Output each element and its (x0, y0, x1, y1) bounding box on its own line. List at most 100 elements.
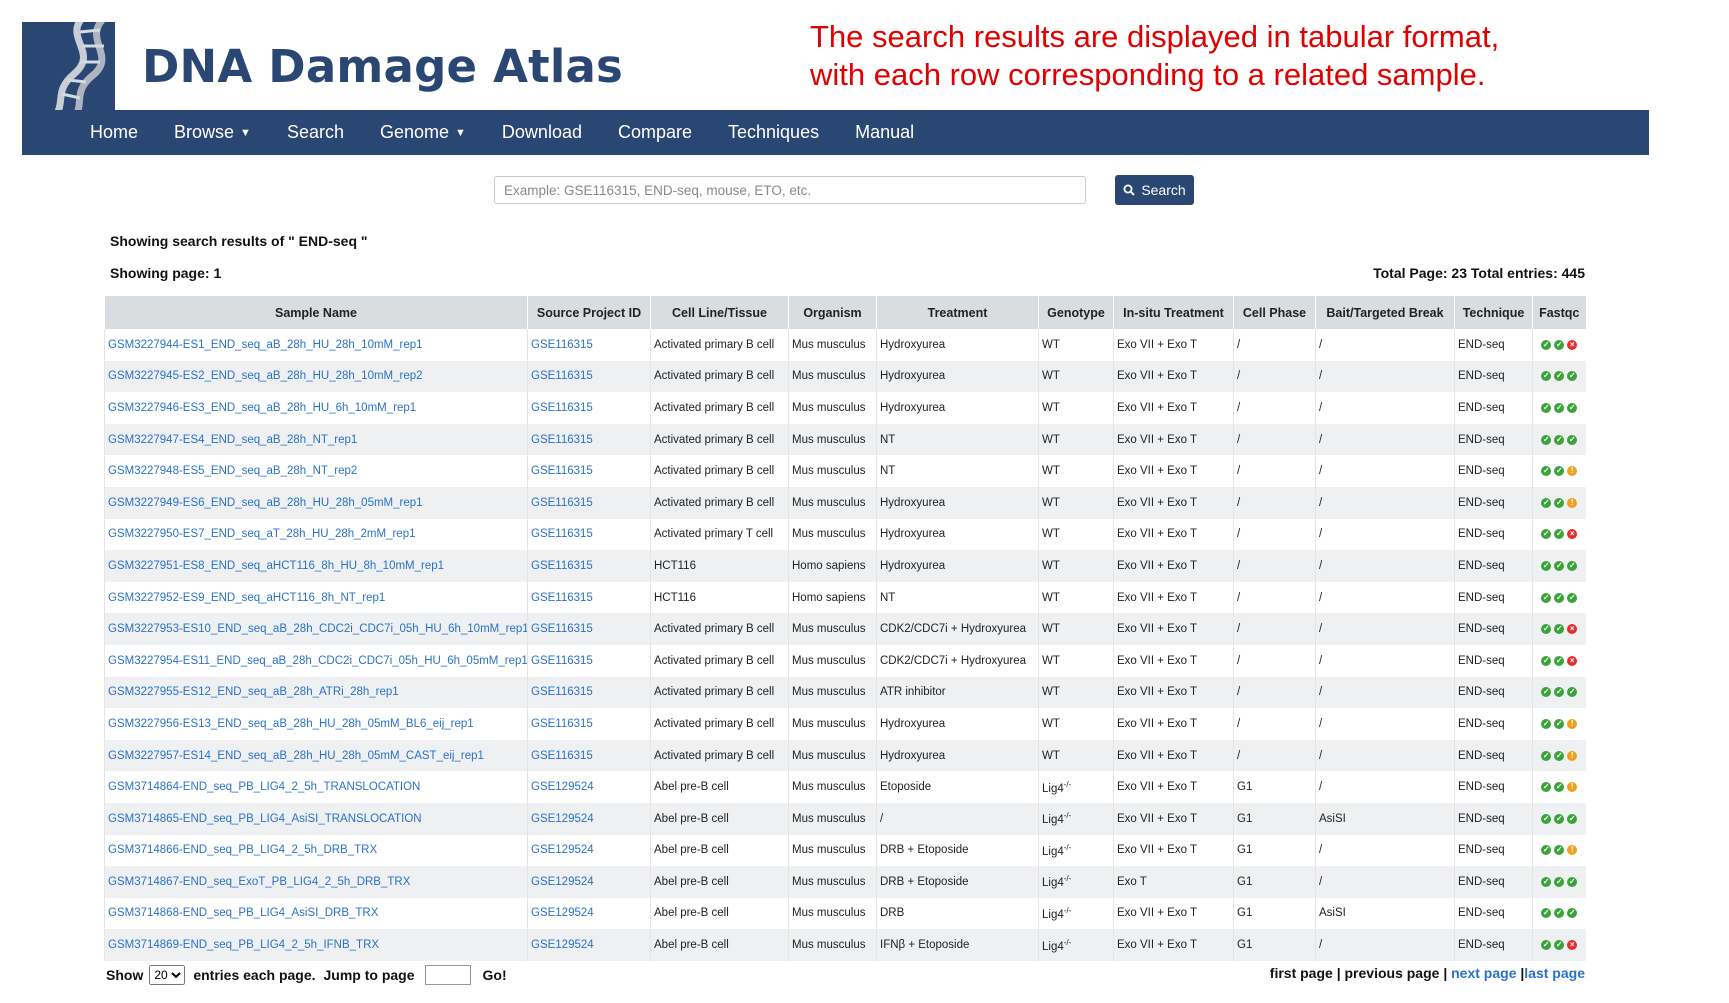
cell-source-project-id[interactable]: GSE116315 (527, 329, 651, 361)
nav-techniques[interactable]: Techniques (728, 122, 819, 143)
cell-sample-name[interactable]: GSM3227949-ES6_END_seq_aB_28h_HU_28h_05m… (104, 486, 528, 519)
nav-home[interactable]: Home (90, 122, 138, 143)
search-input[interactable] (494, 176, 1086, 204)
check-circle-icon[interactable]: ✓ (1567, 434, 1578, 445)
cell-source-project-id[interactable]: GSE129524 (527, 897, 651, 930)
exclamation-circle-icon[interactable]: ! (1567, 497, 1578, 508)
check-circle-icon[interactable]: ✓ (1567, 402, 1578, 413)
project-link[interactable]: GSE116315 (531, 339, 593, 351)
cell-source-project-id[interactable]: GSE116315 (527, 581, 651, 614)
check-circle-icon[interactable]: ✓ (1541, 940, 1552, 951)
cell-source-project-id[interactable]: GSE116315 (527, 360, 651, 393)
check-circle-icon[interactable]: ✓ (1541, 876, 1552, 887)
check-circle-icon[interactable]: ✓ (1554, 782, 1565, 793)
x-circle-icon[interactable]: × (1567, 655, 1578, 666)
cell-sample-name[interactable]: GSM3227957-ES14_END_seq_aB_28h_HU_28h_05… (104, 739, 528, 772)
sample-link[interactable]: GSM3227955-ES12_END_seq_aB_28h_ATRi_28h_… (108, 686, 399, 698)
col-source-project-id[interactable]: Source Project ID (527, 296, 651, 329)
project-link[interactable]: GSE116315 (531, 560, 593, 572)
sample-link[interactable]: GSM3227957-ES14_END_seq_aB_28h_HU_28h_05… (108, 750, 484, 762)
cell-sample-name[interactable]: GSM3227944-ES1_END_seq_aB_28h_HU_28h_10m… (104, 329, 528, 361)
cell-sample-name[interactable]: GSM3227948-ES5_END_seq_aB_28h_NT_rep2 (104, 455, 528, 487)
project-link[interactable]: GSE129524 (531, 781, 594, 793)
check-circle-icon[interactable]: ✓ (1567, 560, 1578, 571)
first-page-link[interactable]: first page (1270, 965, 1333, 981)
check-circle-icon[interactable]: ✓ (1567, 371, 1578, 382)
nav-genome[interactable]: Genome ▼ (380, 122, 466, 143)
cell-source-project-id[interactable]: GSE116315 (527, 392, 651, 424)
cell-source-project-id[interactable]: GSE129524 (527, 771, 651, 803)
check-circle-icon[interactable]: ✓ (1554, 750, 1565, 761)
search-button[interactable]: Search (1115, 175, 1194, 205)
check-circle-icon[interactable]: ✓ (1554, 434, 1565, 445)
exclamation-circle-icon[interactable]: ! (1567, 718, 1578, 729)
project-link[interactable]: GSE116315 (531, 528, 593, 540)
check-circle-icon[interactable]: ✓ (1554, 813, 1565, 824)
check-circle-icon[interactable]: ✓ (1554, 497, 1565, 508)
sample-link[interactable]: GSM3227948-ES5_END_seq_aB_28h_NT_rep2 (108, 465, 357, 477)
nav-compare[interactable]: Compare (618, 122, 692, 143)
check-circle-icon[interactable]: ✓ (1541, 592, 1552, 603)
cell-source-project-id[interactable]: GSE116315 (527, 613, 651, 645)
project-link[interactable]: GSE116315 (531, 370, 593, 382)
go-button[interactable]: Go! (483, 967, 507, 983)
cell-sample-name[interactable]: GSM3227952-ES9_END_seq_aHCT116_8h_NT_rep… (104, 581, 528, 614)
project-link[interactable]: GSE129524 (531, 844, 594, 856)
sample-link[interactable]: GSM3227950-ES7_END_seq_aT_28h_HU_28h_2mM… (108, 528, 416, 540)
previous-page-link[interactable]: previous page (1345, 965, 1440, 981)
cell-source-project-id[interactable]: GSE129524 (527, 866, 651, 898)
sample-link[interactable]: GSM3227956-ES13_END_seq_aB_28h_HU_28h_05… (108, 718, 474, 730)
check-circle-icon[interactable]: ✓ (1541, 371, 1552, 382)
sample-link[interactable]: GSM3714864-END_seq_PB_LIG4_2_5h_TRANSLOC… (108, 781, 420, 793)
cell-sample-name[interactable]: GSM3227945-ES2_END_seq_aB_28h_HU_28h_10m… (104, 360, 528, 393)
check-circle-icon[interactable]: ✓ (1554, 845, 1565, 856)
x-circle-icon[interactable]: × (1567, 940, 1578, 951)
cell-source-project-id[interactable]: GSE116315 (527, 486, 651, 519)
check-circle-icon[interactable]: ✓ (1554, 560, 1565, 571)
check-circle-icon[interactable]: ✓ (1541, 845, 1552, 856)
cell-sample-name[interactable]: GSM3714866-END_seq_PB_LIG4_2_5h_DRB_TRX (104, 834, 528, 867)
project-link[interactable]: GSE116315 (531, 402, 593, 414)
check-circle-icon[interactable]: ✓ (1541, 497, 1552, 508)
check-circle-icon[interactable]: ✓ (1567, 876, 1578, 887)
sample-link[interactable]: GSM3714869-END_seq_PB_LIG4_2_5h_IFNB_TRX (108, 939, 379, 951)
sample-link[interactable]: GSM3714865-END_seq_PB_LIG4_AsiSI_TRANSLO… (108, 813, 422, 825)
col-genotype[interactable]: Genotype (1038, 296, 1114, 329)
sample-link[interactable]: GSM3714868-END_seq_PB_LIG4_AsiSI_DRB_TRX (108, 907, 378, 919)
col-fastqc[interactable]: Fastqc (1532, 296, 1586, 329)
sample-link[interactable]: GSM3227947-ES4_END_seq_aB_28h_NT_rep1 (108, 434, 357, 446)
project-link[interactable]: GSE129524 (531, 907, 594, 919)
x-circle-icon[interactable]: × (1567, 339, 1578, 350)
check-circle-icon[interactable]: ✓ (1541, 813, 1552, 824)
cell-sample-name[interactable]: GSM3227953-ES10_END_seq_aB_28h_CDC2i_CDC… (104, 613, 528, 645)
col-sample-name[interactable]: Sample Name (104, 296, 528, 329)
check-circle-icon[interactable]: ✓ (1541, 560, 1552, 571)
check-circle-icon[interactable]: ✓ (1541, 624, 1552, 635)
check-circle-icon[interactable]: ✓ (1554, 466, 1565, 477)
cell-sample-name[interactable]: GSM3714869-END_seq_PB_LIG4_2_5h_IFNB_TRX (104, 929, 528, 961)
cell-sample-name[interactable]: GSM3227950-ES7_END_seq_aT_28h_HU_28h_2mM… (104, 518, 528, 551)
sample-link[interactable]: GSM3714867-END_seq_ExoT_PB_LIG4_2_5h_DRB… (108, 876, 410, 888)
jump-page-input[interactable] (424, 965, 471, 985)
cell-source-project-id[interactable]: GSE129524 (527, 834, 651, 867)
project-link[interactable]: GSE116315 (531, 686, 593, 698)
project-link[interactable]: GSE116315 (531, 434, 593, 446)
nav-manual[interactable]: Manual (855, 122, 914, 143)
check-circle-icon[interactable]: ✓ (1541, 339, 1552, 350)
cell-sample-name[interactable]: GSM3714867-END_seq_ExoT_PB_LIG4_2_5h_DRB… (104, 866, 528, 898)
col-cell-phase[interactable]: Cell Phase (1233, 296, 1316, 329)
sample-link[interactable]: GSM3227949-ES6_END_seq_aB_28h_HU_28h_05m… (108, 497, 423, 509)
check-circle-icon[interactable]: ✓ (1554, 876, 1565, 887)
check-circle-icon[interactable]: ✓ (1567, 908, 1578, 919)
check-circle-icon[interactable]: ✓ (1541, 434, 1552, 445)
project-link[interactable]: GSE129524 (531, 939, 594, 951)
cell-sample-name[interactable]: GSM3227946-ES3_END_seq_aB_28h_HU_6h_10mM… (104, 392, 528, 424)
sample-link[interactable]: GSM3227954-ES11_END_seq_aB_28h_CDC2i_CDC… (108, 655, 528, 667)
logo[interactable] (22, 22, 115, 110)
col-treatment[interactable]: Treatment (876, 296, 1039, 329)
cell-sample-name[interactable]: GSM3227955-ES12_END_seq_aB_28h_ATRi_28h_… (104, 676, 528, 709)
sample-link[interactable]: GSM3227945-ES2_END_seq_aB_28h_HU_28h_10m… (108, 370, 423, 382)
check-circle-icon[interactable]: ✓ (1554, 371, 1565, 382)
check-circle-icon[interactable]: ✓ (1554, 908, 1565, 919)
col-bait-targeted-break[interactable]: Bait/Targeted Break (1315, 296, 1455, 329)
